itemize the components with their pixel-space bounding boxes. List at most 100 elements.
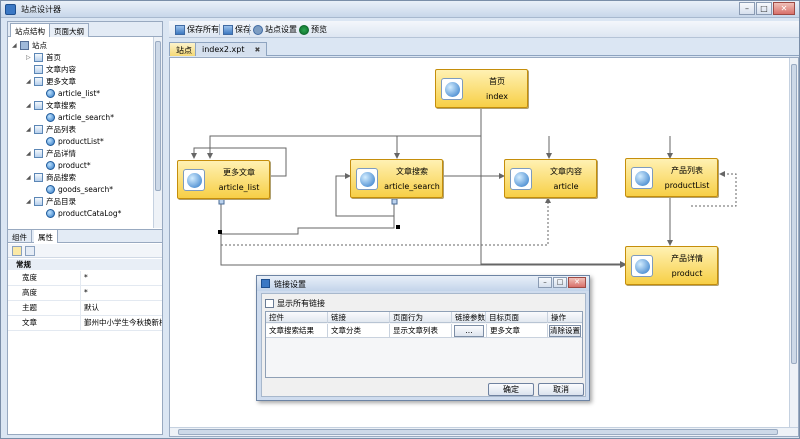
left-panel: 站点结构 页面大纲 ◢ 站点 ▷ 首页 文章内容 ◢ 更多文章 article_lis… [7,21,163,435]
property-row-theme[interactable]: 主题 默认 [8,301,162,316]
expand-toggle-icon[interactable]: ◢ [26,78,34,85]
property-row-height[interactable]: 高度 * [8,286,162,301]
expand-toggle-icon[interactable]: ◢ [12,42,20,49]
show-all-links-checkbox[interactable]: 显示所有链接 [265,298,325,309]
column-header[interactable]: 控件 [266,312,328,323]
tree-item-product-detail[interactable]: ◢ 产品详情 [26,147,76,159]
node-name: product [671,269,703,278]
cell-link[interactable]: 文章分类 [328,324,390,338]
tree-scroll-thumb[interactable] [155,41,161,191]
tree-label: 更多文章 [46,76,76,86]
column-header[interactable]: 操作 [548,312,582,323]
dialog-maximize-button[interactable]: □ [553,277,567,288]
property-value[interactable]: 鄞州中小学生今秋换新校服 [84,316,162,330]
save-all-icon [175,24,185,35]
property-value[interactable]: * [84,271,162,285]
link-params-button[interactable]: ... [454,325,484,337]
tree-item-product-page[interactable]: product* [38,159,91,171]
property-value[interactable]: 默认 [84,301,162,315]
categorized-view-icon[interactable] [12,246,22,256]
tab-site-structure[interactable]: 站点结构 [10,23,50,37]
save-all-button[interactable]: 保存所有 [175,23,219,36]
canvas-vertical-scrollbar[interactable] [789,58,798,428]
checkbox-label: 显示所有链接 [277,299,325,308]
preview-button[interactable]: 预览 [299,23,327,36]
tree-item-article-content[interactable]: 文章内容 [26,63,76,75]
expand-toggle-icon[interactable]: ◢ [26,150,34,157]
page-node-article-search[interactable]: 文章搜索 article_search [350,159,443,198]
tree-label: 产品目录 [46,196,76,206]
close-button[interactable]: ✕ [773,2,795,15]
page-node-index[interactable]: 首页 index [435,69,528,108]
tree-item-product-catalog[interactable]: ◢ 产品目录 [26,195,76,207]
page-node-article-list[interactable]: 更多文章 article_list [177,160,270,199]
tab-properties[interactable]: 属性 [34,230,58,243]
column-header[interactable]: 链接 [328,312,390,323]
canvas-horizontal-scrollbar[interactable] [170,427,798,436]
dialog-body: 显示所有链接 控件 链接 页面行为 链接参数 目标页面 操作 文章搜索结果 文章… [261,293,586,397]
node-name: index [486,92,508,101]
expand-toggle-icon[interactable]: ◢ [26,126,34,133]
tree-item-home[interactable]: ▷ 首页 [26,51,61,63]
column-header[interactable]: 链接参数 [452,312,486,323]
canvas-horizontal-thumb[interactable] [178,429,778,435]
property-tabs: 组件 属性 [8,229,162,243]
tree-item-more-articles[interactable]: ◢ 更多文章 [26,75,76,87]
tree-item-article-search-page[interactable]: article_search* [38,111,114,123]
minimize-button[interactable]: – [739,2,755,15]
node-title: 文章内容 [550,167,582,176]
property-row-article[interactable]: 文章 鄞州中小学生今秋换新校服 [8,316,162,331]
expand-toggle-icon[interactable]: ◢ [26,174,34,181]
canvas-vertical-thumb[interactable] [791,64,797,364]
tree-label: 商品搜索 [46,172,76,182]
column-header[interactable]: 页面行为 [390,312,452,323]
dialog-minimize-button[interactable]: – [538,277,552,288]
close-tab-icon[interactable]: ✖ [254,46,260,54]
column-header[interactable]: 目标页面 [486,312,548,323]
tree-label: 站点 [32,40,47,50]
save-button[interactable]: 保存 [223,23,251,36]
clear-settings-button[interactable]: 清除设置 [549,325,581,337]
tree-item-article-search[interactable]: ◢ 文章搜索 [26,99,76,111]
folder-icon [34,100,43,110]
page-icon [46,136,55,146]
table-row[interactable]: 文章搜索结果 文章分类 显示文章列表 ... 更多文章 清除设置 [266,324,582,338]
sort-alpha-icon[interactable] [25,246,35,256]
expand-toggle-icon[interactable]: ◢ [26,102,34,109]
cancel-button[interactable]: 取消 [538,383,584,396]
tab-components[interactable]: 组件 [8,230,32,243]
tree-item-product-list-page[interactable]: productList* [38,135,104,147]
tree-item-goods-search[interactable]: ◢ 商品搜索 [26,171,76,183]
group-label: 常规 [16,260,31,269]
site-settings-button[interactable]: 站点设置 [253,23,297,36]
preview-label: 预览 [311,25,327,34]
cell-page-behavior[interactable]: 显示文章列表 [390,324,452,338]
tree-item-product-list[interactable]: ◢ 产品列表 [26,123,76,135]
tree-item-goods-search-page[interactable]: goods_search* [38,183,113,195]
tree-scrollbar[interactable] [153,37,162,228]
maximize-button[interactable]: □ [756,2,772,15]
property-row-width[interactable]: 宽度 * [8,271,162,286]
globe-icon [631,255,653,277]
checkbox-box[interactable] [265,299,274,308]
node-name: article [553,182,579,191]
node-title: 产品详情 [671,254,703,263]
tree-item-article-list[interactable]: article_list* [38,87,100,99]
cell-target-page[interactable]: 更多文章 [486,324,548,338]
expand-toggle-icon[interactable]: ◢ [26,198,34,205]
page-icon [46,208,55,218]
property-group-general[interactable]: 常规 [8,259,162,270]
tree-item-product-catalog-page[interactable]: productCataLog* [38,207,121,219]
tree-item-site[interactable]: ◢ 站点 [12,39,47,51]
dialog-close-button[interactable]: ✕ [568,277,586,288]
tab-index2[interactable]: index2.xpt ✖ [195,42,268,56]
expand-toggle-icon[interactable]: ▷ [26,54,34,61]
ok-button[interactable]: 确定 [488,383,534,396]
page-node-product-list[interactable]: 产品列表 productList [625,158,718,197]
property-value[interactable]: * [84,286,162,300]
tab-page-outline[interactable]: 页面大纲 [49,23,89,37]
site-settings-label: 站点设置 [265,25,297,34]
page-node-product[interactable]: 产品详情 product [625,246,718,285]
tree-label: article_search* [58,112,114,122]
page-node-article[interactable]: 文章内容 article [504,159,597,198]
